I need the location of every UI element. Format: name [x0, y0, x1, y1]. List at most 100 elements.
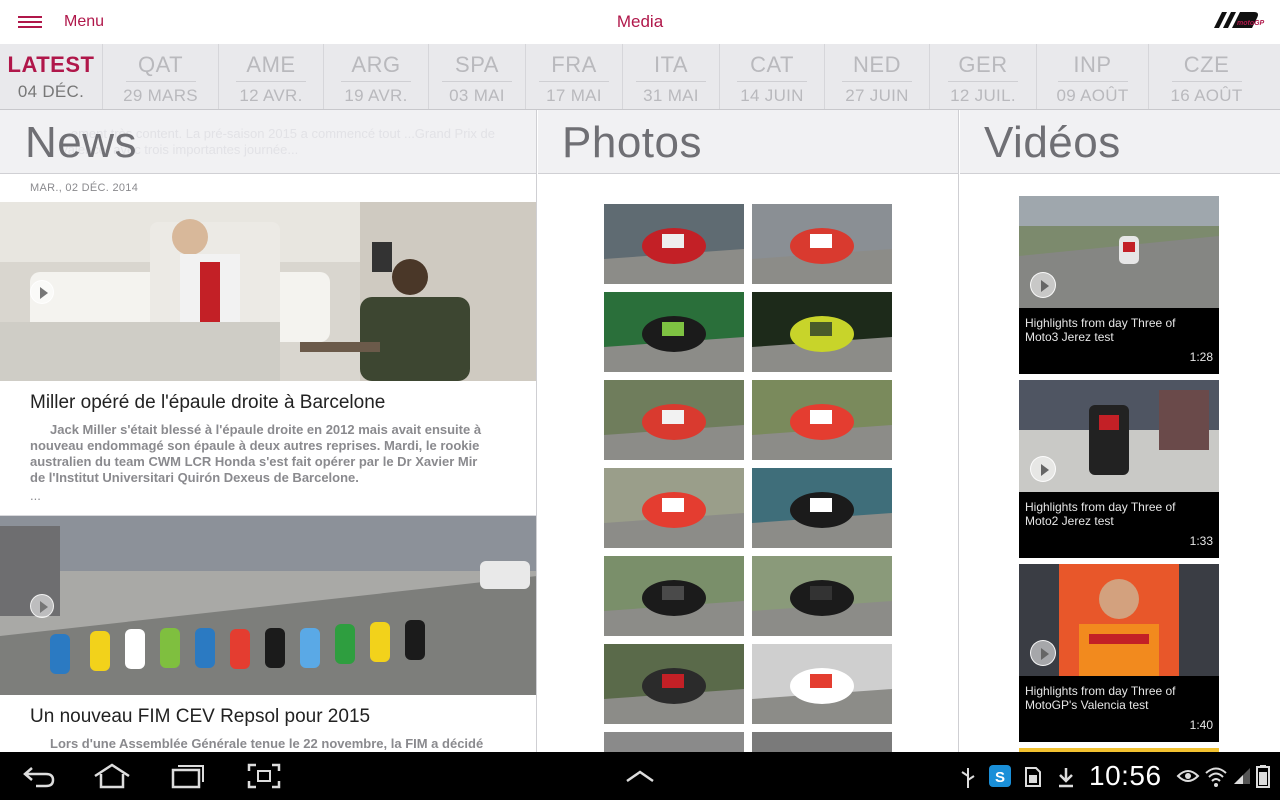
- screenshot-icon[interactable]: [246, 762, 282, 790]
- round-date: 09 AOÛT: [1056, 86, 1129, 105]
- divider: [442, 81, 512, 82]
- divider: [636, 81, 706, 82]
- play-icon: [1030, 456, 1056, 482]
- video-card[interactable]: Highlights from day Three of MotoGP's Va…: [1019, 564, 1219, 742]
- photo-thumbnail[interactable]: [604, 292, 744, 372]
- signal-icon: [1234, 768, 1250, 784]
- videos-heading: Vidéos: [984, 118, 1121, 167]
- divider: [737, 81, 807, 82]
- play-icon: [30, 594, 54, 618]
- video-card[interactable]: Highlights from day Three of Moto2 Jerez…: [1019, 380, 1219, 558]
- round-fra[interactable]: FRA 17 MAI: [526, 44, 623, 109]
- android-system-bar: S 10:56: [0, 752, 1280, 800]
- video-card[interactable]: Highlights from day Three of Moto3 Jerez…: [1019, 196, 1219, 374]
- play-icon: [1030, 272, 1056, 298]
- back-icon[interactable]: [22, 762, 56, 790]
- sd-card-icon: [1025, 767, 1041, 787]
- photo-thumbnail[interactable]: [752, 644, 892, 724]
- photo-thumbnail[interactable]: [604, 644, 744, 724]
- news-ellipsis: ...: [30, 488, 41, 503]
- round-ned[interactable]: NED 27 JUIN: [825, 44, 930, 109]
- photo-thumbnail[interactable]: [752, 292, 892, 372]
- news-item[interactable]: Un nouveau FIM CEV Repsol pour 2015 Lors…: [0, 516, 536, 752]
- photo-thumbnail[interactable]: [604, 732, 744, 752]
- news-image: [0, 516, 536, 695]
- video-duration: 1:28: [1189, 350, 1213, 364]
- videos-header: Vidéos: [960, 110, 1280, 174]
- wifi-icon: [1205, 767, 1227, 787]
- svg-text:motoGP: motoGP: [1237, 20, 1265, 27]
- news-item[interactable]: Miller opéré de l'épaule droite à Barcel…: [0, 202, 536, 516]
- divider: [948, 81, 1018, 82]
- round-cze[interactable]: CZE 16 AOÛT: [1149, 44, 1264, 109]
- up-chevron-icon[interactable]: [624, 768, 656, 784]
- round-date: 31 MAI: [643, 86, 699, 105]
- round-date: 12 JUIL.: [950, 86, 1016, 105]
- photo-thumbnail[interactable]: [604, 556, 744, 636]
- photos-column: Photos: [538, 110, 959, 752]
- round-ger[interactable]: GER 12 JUIL.: [930, 44, 1037, 109]
- round-ita[interactable]: ITA 31 MAI: [623, 44, 720, 109]
- download-icon: [1059, 768, 1073, 788]
- play-icon: [30, 280, 54, 304]
- news-heading: News: [25, 118, 138, 167]
- round-arg[interactable]: ARG 19 AVR.: [324, 44, 429, 109]
- photo-grid: [604, 204, 892, 752]
- news-title: Un nouveau FIM CEV Repsol pour 2015: [30, 706, 371, 727]
- battery-icon: [1256, 765, 1270, 788]
- round-date: 14 JUIN: [740, 86, 804, 105]
- round-code: INP: [1073, 52, 1112, 77]
- round-code: FRA: [551, 52, 597, 77]
- video-duration: 1:33: [1189, 534, 1213, 548]
- home-icon[interactable]: [92, 762, 132, 790]
- menu-button[interactable]: Menu: [18, 10, 104, 34]
- round-date: 03 MAI: [449, 86, 505, 105]
- recent-apps-icon[interactable]: [170, 762, 206, 790]
- round-date: 12 AVR.: [239, 86, 303, 105]
- photo-thumbnail[interactable]: [604, 204, 744, 284]
- photo-thumbnail[interactable]: [752, 556, 892, 636]
- round-date: 29 MARS: [123, 86, 198, 105]
- photo-thumbnail[interactable]: [604, 380, 744, 460]
- hospital-room-image: [0, 202, 536, 381]
- news-date: MAR., 02 DÉC. 2014: [30, 182, 139, 194]
- skype-icon: S: [989, 765, 1011, 787]
- usb-icon: [961, 768, 975, 788]
- race-calendar-strip: LATEST 04 DÉC. QAT 29 MARS AME 12 AVR. A…: [0, 44, 1280, 110]
- round-cat[interactable]: CAT 14 JUIN: [720, 44, 825, 109]
- photo-thumbnail[interactable]: [752, 204, 892, 284]
- divider: [1171, 81, 1242, 82]
- news-header: ...ement très content. La pré-saison 201…: [0, 110, 536, 174]
- photo-thumbnail[interactable]: [752, 732, 892, 752]
- motogp-logo[interactable]: motoGP: [1210, 6, 1266, 38]
- photo-thumbnail[interactable]: [604, 468, 744, 548]
- round-code: AME: [246, 52, 296, 77]
- video-title: Highlights from day Three of Moto2 Jerez…: [1025, 500, 1176, 528]
- round-latest[interactable]: LATEST 04 DÉC.: [0, 44, 103, 109]
- round-date: 19 AVR.: [344, 86, 408, 105]
- divider: [125, 81, 196, 82]
- divider: [842, 81, 912, 82]
- race-start-image: [0, 516, 536, 695]
- round-code: ITA: [653, 52, 689, 77]
- video-title: Highlights from day Three of MotoGP's Va…: [1025, 684, 1176, 712]
- news-column: ...ement très content. La pré-saison 201…: [0, 110, 537, 752]
- round-date: 17 MAI: [546, 86, 602, 105]
- page-title: Media: [616, 12, 664, 31]
- top-app-bar: Menu Media motoGP: [0, 0, 1280, 44]
- round-code: SPA: [455, 52, 499, 77]
- news-image: [0, 202, 536, 381]
- photos-header: Photos: [538, 110, 958, 174]
- round-code: NED: [853, 52, 901, 77]
- hamburger-icon: [18, 16, 42, 28]
- round-code: LATEST: [7, 52, 95, 77]
- photo-thumbnail[interactable]: [752, 468, 892, 548]
- divider: [341, 81, 411, 82]
- round-ame[interactable]: AME 12 AVR.: [219, 44, 324, 109]
- photo-thumbnail[interactable]: [752, 380, 892, 460]
- round-inp[interactable]: INP 09 AOÛT: [1037, 44, 1149, 109]
- round-date: 04 DÉC.: [17, 82, 85, 101]
- divider: [539, 81, 609, 82]
- round-qat[interactable]: QAT 29 MARS: [103, 44, 219, 109]
- round-spa[interactable]: SPA 03 MAI: [429, 44, 526, 109]
